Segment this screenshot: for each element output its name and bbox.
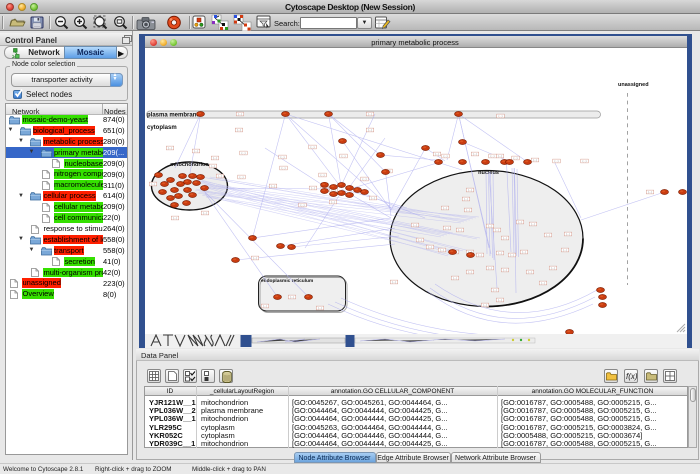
svg-text:(...): (...)	[392, 280, 396, 284]
svg-text:(...): (...)	[493, 288, 497, 292]
svg-text:(...): (...)	[290, 295, 294, 299]
svg-text:(...): (...)	[443, 154, 447, 158]
svg-text:(...): (...)	[168, 146, 172, 150]
svg-text:(...): (...)	[194, 149, 198, 153]
svg-text:(...): (...)	[253, 256, 257, 260]
svg-text:(...): (...)	[331, 200, 335, 204]
svg-text:plasma membrane: plasma membrane	[147, 113, 200, 119]
svg-text:(...): (...)	[310, 145, 314, 149]
svg-text:(...): (...)	[458, 228, 462, 232]
svg-text:(...): (...)	[648, 190, 652, 194]
svg-text:(...): (...)	[368, 112, 372, 116]
svg-text:(...): (...)	[503, 268, 507, 272]
svg-text:(...): (...)	[413, 223, 417, 227]
svg-text:(...): (...)	[271, 184, 275, 188]
svg-text:(...): (...)	[466, 208, 470, 212]
svg-text:(...): (...)	[468, 188, 472, 192]
svg-text:(...): (...)	[263, 304, 267, 308]
svg-text:(...): (...)	[531, 222, 535, 226]
svg-text:(...): (...)	[300, 203, 304, 207]
svg-text:(...): (...)	[280, 155, 284, 159]
svg-text:(...): (...)	[513, 156, 517, 160]
svg-text:endoplasmic reticulum: endoplasmic reticulum	[261, 278, 313, 284]
svg-text:(...): (...)	[488, 266, 492, 270]
svg-text:(...): (...)	[320, 173, 324, 177]
svg-text:(...): (...)	[453, 276, 457, 280]
svg-text:(...): (...)	[241, 151, 245, 155]
svg-text:(...): (...)	[371, 196, 375, 200]
svg-text:(...): (...)	[522, 250, 526, 254]
svg-text:(...): (...)	[483, 303, 487, 307]
svg-text:(...): (...)	[173, 216, 177, 220]
svg-text:(...): (...)	[435, 152, 439, 156]
svg-text:(...): (...)	[311, 186, 315, 190]
svg-text:(...): (...)	[318, 306, 322, 310]
svg-text:(...): (...)	[464, 197, 468, 201]
svg-text:(...): (...)	[541, 281, 545, 285]
svg-text:(...): (...)	[510, 253, 514, 257]
svg-text:(...): (...)	[554, 159, 558, 163]
svg-text:(...): (...)	[341, 154, 345, 158]
svg-text:(...): (...)	[498, 251, 502, 255]
svg-text:(...): (...)	[490, 154, 494, 158]
svg-text:(...): (...)	[468, 270, 472, 274]
svg-text:(...): (...)	[440, 248, 444, 252]
svg-text:(...): (...)	[218, 174, 222, 178]
svg-text:(...): (...)	[239, 175, 243, 179]
svg-text:(...): (...)	[418, 238, 422, 242]
svg-text:(...): (...)	[566, 232, 570, 236]
svg-text:(...): (...)	[362, 177, 366, 181]
svg-text:(...): (...)	[151, 182, 155, 186]
svg-text:(...): (...)	[582, 159, 586, 163]
svg-text:(...): (...)	[428, 245, 432, 249]
svg-text:(...): (...)	[238, 112, 242, 116]
svg-text:(...): (...)	[518, 220, 522, 224]
svg-text:(...): (...)	[533, 158, 537, 162]
svg-text:(...): (...)	[237, 128, 241, 132]
svg-text:(...): (...)	[368, 128, 372, 132]
svg-text:(...): (...)	[203, 211, 207, 215]
svg-text:(...): (...)	[495, 228, 499, 232]
svg-text:(...): (...)	[546, 233, 550, 237]
svg-text:(...): (...)	[478, 253, 482, 257]
svg-text:(...): (...)	[443, 206, 447, 210]
svg-text:cytoplasm: cytoplasm	[147, 125, 177, 131]
svg-text:(...): (...)	[498, 154, 502, 158]
svg-text:(...): (...)	[488, 224, 492, 228]
svg-text:(...): (...)	[503, 236, 507, 240]
svg-text:(...): (...)	[528, 270, 532, 274]
svg-text:unassigned: unassigned	[618, 82, 649, 88]
svg-text:(...): (...)	[211, 164, 215, 168]
svg-text:(...): (...)	[445, 226, 449, 230]
svg-text:(...): (...)	[551, 266, 555, 270]
svg-text:(...): (...)	[498, 298, 502, 302]
svg-text:(...): (...)	[563, 248, 567, 252]
svg-text:(...): (...)	[498, 114, 502, 118]
svg-text:(...): (...)	[213, 156, 217, 160]
svg-text:(...): (...)	[281, 166, 285, 170]
svg-text:(...): (...)	[473, 152, 477, 156]
